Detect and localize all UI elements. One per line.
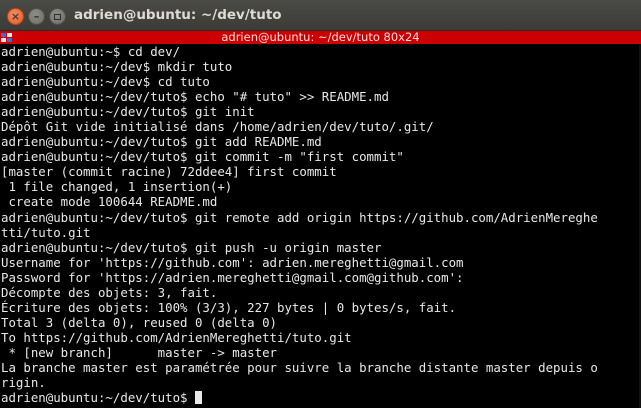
terminal-line: * [new branch] master -> master bbox=[1, 344, 278, 360]
terminal-line: La branche master est paramétrée pour su… bbox=[1, 359, 598, 375]
minimize-icon: – bbox=[33, 10, 40, 23]
maximize-icon bbox=[54, 13, 61, 20]
grid-icon[interactable] bbox=[0, 31, 16, 44]
terminal-line: rigin. bbox=[1, 375, 46, 391]
terminal-line: adrien@ubuntu:~/dev$ cd tuto bbox=[1, 74, 210, 90]
terminal-line: [master (commit racine) 72ddee4] first c… bbox=[1, 164, 337, 180]
terminal-line: Décompte des objets: 3, fait. bbox=[1, 284, 218, 300]
terminal-prompt-line[interactable]: adrien@ubuntu:~/dev/tuto$ bbox=[1, 390, 639, 405]
grid-cell-icon bbox=[7, 33, 12, 37]
session-status-text: adrien@ubuntu: ~/dev/tuto 80x24 bbox=[221, 30, 420, 44]
close-icon: × bbox=[10, 10, 21, 23]
close-button[interactable]: × bbox=[7, 8, 24, 25]
terminal-line: adrien@ubuntu:~/dev/tuto$ git remote add… bbox=[1, 209, 598, 225]
terminal-line: To https://github.com/AdrienMereghetti/t… bbox=[1, 329, 352, 345]
terminal-line: 1 file changed, 1 insertion(+) bbox=[1, 179, 233, 195]
terminal-line: adrien@ubuntu:~/dev/tuto$ git init bbox=[1, 104, 255, 120]
terminal-line: adrien@ubuntu:~/dev/tuto$ git commit -m … bbox=[1, 149, 404, 165]
minimize-button[interactable]: – bbox=[28, 8, 45, 25]
maximize-button[interactable] bbox=[49, 8, 66, 25]
terminal-line: Password for 'https://adrien.mereghetti@… bbox=[1, 269, 464, 285]
terminal-line: Total 3 (delta 0), reused 0 (delta 0) bbox=[1, 314, 278, 330]
grid-cell-icon bbox=[1, 38, 6, 42]
text-cursor bbox=[194, 391, 203, 405]
window-title: adrien@ubuntu: ~/dev/tuto bbox=[74, 7, 282, 23]
terminal-line: adrien@ubuntu:~/dev/tuto$ git add README… bbox=[1, 134, 322, 150]
terminal-line: tti/tuto.git bbox=[1, 224, 91, 240]
grid-cell-icon bbox=[1, 33, 6, 37]
terminal-output[interactable]: adrien@ubuntu:~$ cd dev/adrien@ubuntu:~/… bbox=[1, 44, 639, 406]
terminal-line: adrien@ubuntu:~/dev$ mkdir tuto bbox=[1, 59, 233, 75]
session-status-bar: adrien@ubuntu: ~/dev/tuto 80x24 bbox=[0, 30, 641, 44]
terminal-line: create mode 100644 README.md bbox=[1, 194, 218, 210]
title-bar[interactable]: × – adrien@ubuntu: ~/dev/tuto bbox=[0, 0, 641, 31]
terminal-prompt: adrien@ubuntu:~/dev/tuto$ bbox=[1, 390, 195, 406]
grid-cell-icon bbox=[7, 38, 12, 42]
terminal-line: adrien@ubuntu:~/dev/tuto$ git push -u or… bbox=[1, 239, 382, 255]
terminal-line: Écriture des objets: 100% (3/3), 227 byt… bbox=[1, 299, 457, 315]
terminal-line: adrien@ubuntu:~$ cd dev/ bbox=[1, 44, 181, 59]
terminal-line: Dépôt Git vide initialisé dans /home/adr… bbox=[1, 119, 434, 135]
terminal-line: Username for 'https://github.com': adrie… bbox=[1, 254, 464, 270]
terminal-window: × – adrien@ubuntu: ~/dev/tuto adrien@ubu… bbox=[0, 0, 641, 408]
terminal-line: adrien@ubuntu:~/dev/tuto$ echo "# tuto" … bbox=[1, 89, 389, 105]
